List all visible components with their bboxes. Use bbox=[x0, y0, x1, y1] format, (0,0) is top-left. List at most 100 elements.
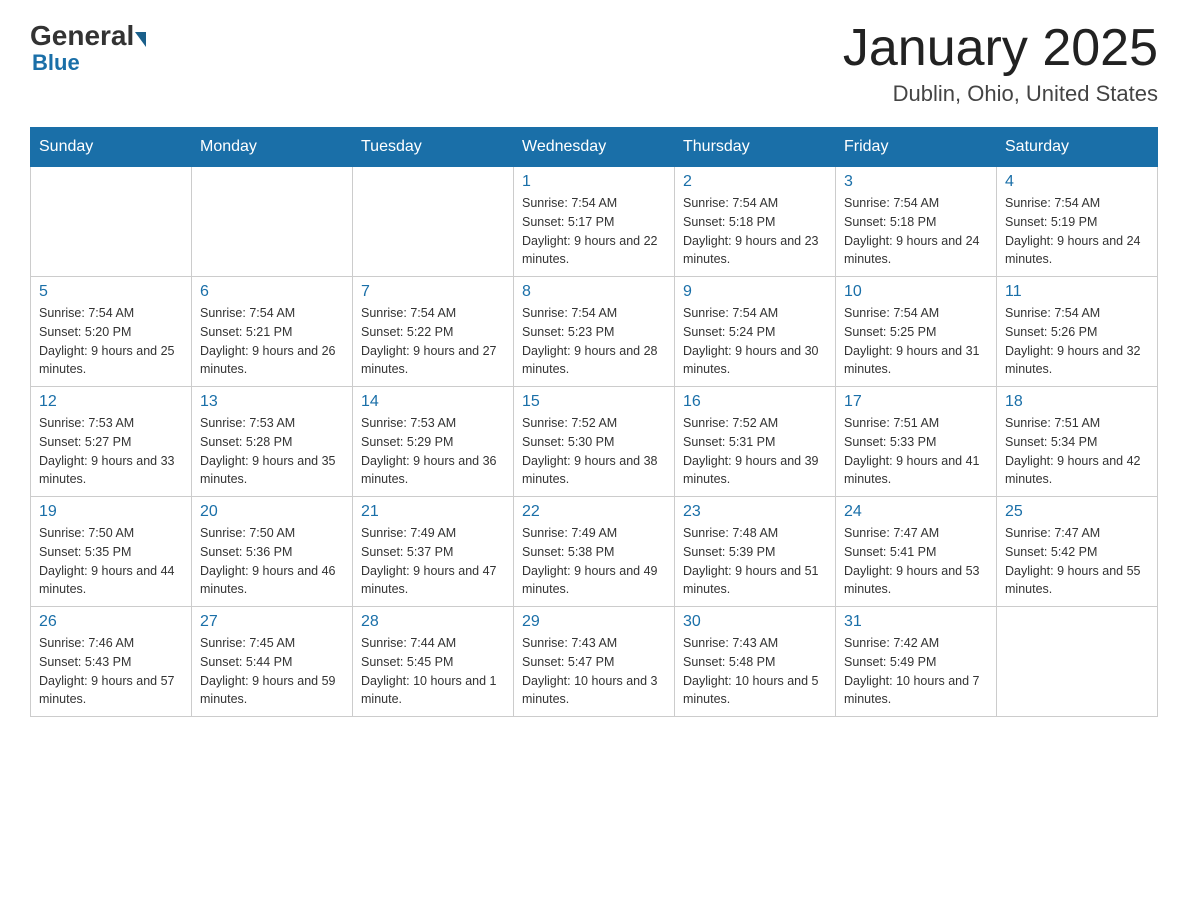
day-number: 19 bbox=[39, 503, 183, 521]
weekday-header-friday: Friday bbox=[836, 128, 997, 167]
calendar-cell: 19 Sunrise: 7:50 AM Sunset: 5:35 PM Dayli… bbox=[31, 497, 192, 607]
day-number: 30 bbox=[683, 613, 827, 631]
calendar-table: SundayMondayTuesdayWednesdayThursdayFrid… bbox=[30, 127, 1158, 717]
day-info: Sunrise: 7:54 AM Sunset: 5:18 PM Dayligh… bbox=[844, 194, 988, 269]
day-number: 23 bbox=[683, 503, 827, 521]
day-number: 28 bbox=[361, 613, 505, 631]
day-number: 7 bbox=[361, 283, 505, 301]
logo-triangle-icon bbox=[135, 32, 146, 47]
weekday-header-row: SundayMondayTuesdayWednesdayThursdayFrid… bbox=[31, 128, 1158, 167]
calendar-cell: 14Sunrise: 7:53 AM Sunset: 5:29 PM Dayli… bbox=[353, 387, 514, 497]
calendar-cell bbox=[997, 607, 1158, 717]
day-info: Sunrise: 7:54 AM Sunset: 5:23 PM Dayligh… bbox=[522, 304, 666, 379]
day-number: 11 bbox=[1005, 283, 1149, 301]
day-info: Sunrise: 7:54 AM Sunset: 5:20 PM Dayligh… bbox=[39, 304, 183, 379]
day-number: 3 bbox=[844, 173, 988, 191]
calendar-cell bbox=[31, 167, 192, 277]
day-info: Sunrise: 7:46 AM Sunset: 5:43 PM Dayligh… bbox=[39, 634, 183, 709]
day-info: Sunrise: 7:52 AM Sunset: 5:31 PM Dayligh… bbox=[683, 414, 827, 489]
logo-blue-text: Blue bbox=[32, 50, 80, 76]
weekday-header-thursday: Thursday bbox=[675, 128, 836, 167]
calendar-cell: 17 Sunrise: 7:51 AM Sunset: 5:33 PM Dayli… bbox=[836, 387, 997, 497]
calendar-cell: 16 Sunrise: 7:52 AM Sunset: 5:31 PM Dayli… bbox=[675, 387, 836, 497]
day-info: Sunrise: 7:49 AM Sunset: 5:38 PM Dayligh… bbox=[522, 524, 666, 599]
weekday-header-tuesday: Tuesday bbox=[353, 128, 514, 167]
day-number: 21 bbox=[361, 503, 505, 521]
month-title: January 2025 bbox=[843, 20, 1158, 77]
day-info: Sunrise: 7:42 AM Sunset: 5:49 PM Dayligh… bbox=[844, 634, 988, 709]
logo: General Blue bbox=[30, 20, 146, 76]
day-info: Sunrise: 7:51 AM Sunset: 5:34 PM Dayligh… bbox=[1005, 414, 1149, 489]
calendar-week-row: 5 Sunrise: 7:54 AM Sunset: 5:20 PM Daylig… bbox=[31, 277, 1158, 387]
day-info: Sunrise: 7:48 AM Sunset: 5:39 PM Dayligh… bbox=[683, 524, 827, 599]
calendar-cell: 8 Sunrise: 7:54 AM Sunset: 5:23 PM Daylig… bbox=[514, 277, 675, 387]
day-number: 4 bbox=[1005, 173, 1149, 191]
day-info: Sunrise: 7:51 AM Sunset: 5:33 PM Dayligh… bbox=[844, 414, 988, 489]
calendar-cell: 7Sunrise: 7:54 AM Sunset: 5:22 PM Daylig… bbox=[353, 277, 514, 387]
day-number: 8 bbox=[522, 283, 666, 301]
day-number: 10 bbox=[844, 283, 988, 301]
calendar-cell bbox=[192, 167, 353, 277]
calendar-cell: 25 Sunrise: 7:47 AM Sunset: 5:42 PM Dayli… bbox=[997, 497, 1158, 607]
calendar-week-row: 12Sunrise: 7:53 AM Sunset: 5:27 PM Dayli… bbox=[31, 387, 1158, 497]
day-number: 12 bbox=[39, 393, 183, 411]
calendar-cell: 10 Sunrise: 7:54 AM Sunset: 5:25 PM Dayli… bbox=[836, 277, 997, 387]
weekday-header-sunday: Sunday bbox=[31, 128, 192, 167]
day-info: Sunrise: 7:53 AM Sunset: 5:29 PM Dayligh… bbox=[361, 414, 505, 489]
calendar-week-row: 26Sunrise: 7:46 AM Sunset: 5:43 PM Dayli… bbox=[31, 607, 1158, 717]
calendar-cell: 31Sunrise: 7:42 AM Sunset: 5:49 PM Dayli… bbox=[836, 607, 997, 717]
calendar-cell: 24Sunrise: 7:47 AM Sunset: 5:41 PM Dayli… bbox=[836, 497, 997, 607]
calendar-cell: 15 Sunrise: 7:52 AM Sunset: 5:30 PM Dayli… bbox=[514, 387, 675, 497]
title-section: January 2025 Dublin, Ohio, United States bbox=[843, 20, 1158, 107]
day-number: 16 bbox=[683, 393, 827, 411]
day-number: 22 bbox=[522, 503, 666, 521]
calendar-cell: 21Sunrise: 7:49 AM Sunset: 5:37 PM Dayli… bbox=[353, 497, 514, 607]
day-info: Sunrise: 7:54 AM Sunset: 5:21 PM Dayligh… bbox=[200, 304, 344, 379]
day-info: Sunrise: 7:53 AM Sunset: 5:28 PM Dayligh… bbox=[200, 414, 344, 489]
day-number: 15 bbox=[522, 393, 666, 411]
weekday-header-monday: Monday bbox=[192, 128, 353, 167]
calendar-cell: 5 Sunrise: 7:54 AM Sunset: 5:20 PM Daylig… bbox=[31, 277, 192, 387]
day-number: 24 bbox=[844, 503, 988, 521]
calendar-cell: 26Sunrise: 7:46 AM Sunset: 5:43 PM Dayli… bbox=[31, 607, 192, 717]
day-info: Sunrise: 7:54 AM Sunset: 5:19 PM Dayligh… bbox=[1005, 194, 1149, 269]
day-number: 29 bbox=[522, 613, 666, 631]
logo-general-text: General bbox=[30, 20, 134, 52]
day-info: Sunrise: 7:54 AM Sunset: 5:26 PM Dayligh… bbox=[1005, 304, 1149, 379]
day-info: Sunrise: 7:54 AM Sunset: 5:18 PM Dayligh… bbox=[683, 194, 827, 269]
calendar-cell: 2 Sunrise: 7:54 AM Sunset: 5:18 PM Daylig… bbox=[675, 167, 836, 277]
day-number: 25 bbox=[1005, 503, 1149, 521]
calendar-cell bbox=[353, 167, 514, 277]
day-info: Sunrise: 7:50 AM Sunset: 5:35 PM Dayligh… bbox=[39, 524, 183, 599]
weekday-header-saturday: Saturday bbox=[997, 128, 1158, 167]
day-number: 27 bbox=[200, 613, 344, 631]
day-number: 1 bbox=[522, 173, 666, 191]
day-info: Sunrise: 7:44 AM Sunset: 5:45 PM Dayligh… bbox=[361, 634, 505, 709]
day-info: Sunrise: 7:54 AM Sunset: 5:25 PM Dayligh… bbox=[844, 304, 988, 379]
day-info: Sunrise: 7:47 AM Sunset: 5:42 PM Dayligh… bbox=[1005, 524, 1149, 599]
calendar-week-row: 19 Sunrise: 7:50 AM Sunset: 5:35 PM Dayli… bbox=[31, 497, 1158, 607]
calendar-cell: 20 Sunrise: 7:50 AM Sunset: 5:36 PM Dayli… bbox=[192, 497, 353, 607]
calendar-cell: 9Sunrise: 7:54 AM Sunset: 5:24 PM Daylig… bbox=[675, 277, 836, 387]
location-text: Dublin, Ohio, United States bbox=[843, 81, 1158, 107]
day-number: 13 bbox=[200, 393, 344, 411]
calendar-cell: 4 Sunrise: 7:54 AM Sunset: 5:19 PM Daylig… bbox=[997, 167, 1158, 277]
day-number: 18 bbox=[1005, 393, 1149, 411]
calendar-cell: 13 Sunrise: 7:53 AM Sunset: 5:28 PM Dayli… bbox=[192, 387, 353, 497]
day-info: Sunrise: 7:43 AM Sunset: 5:48 PM Dayligh… bbox=[683, 634, 827, 709]
calendar-cell: 28 Sunrise: 7:44 AM Sunset: 5:45 PM Dayli… bbox=[353, 607, 514, 717]
day-number: 20 bbox=[200, 503, 344, 521]
day-info: Sunrise: 7:52 AM Sunset: 5:30 PM Dayligh… bbox=[522, 414, 666, 489]
calendar-week-row: 1Sunrise: 7:54 AM Sunset: 5:17 PM Daylig… bbox=[31, 167, 1158, 277]
calendar-cell: 29Sunrise: 7:43 AM Sunset: 5:47 PM Dayli… bbox=[514, 607, 675, 717]
calendar-cell: 12Sunrise: 7:53 AM Sunset: 5:27 PM Dayli… bbox=[31, 387, 192, 497]
day-info: Sunrise: 7:50 AM Sunset: 5:36 PM Dayligh… bbox=[200, 524, 344, 599]
day-number: 2 bbox=[683, 173, 827, 191]
page-header: General Blue January 2025 Dublin, Ohio, … bbox=[30, 20, 1158, 107]
day-number: 5 bbox=[39, 283, 183, 301]
calendar-cell: 1Sunrise: 7:54 AM Sunset: 5:17 PM Daylig… bbox=[514, 167, 675, 277]
day-number: 17 bbox=[844, 393, 988, 411]
calendar-cell: 18 Sunrise: 7:51 AM Sunset: 5:34 PM Dayli… bbox=[997, 387, 1158, 497]
day-info: Sunrise: 7:45 AM Sunset: 5:44 PM Dayligh… bbox=[200, 634, 344, 709]
day-info: Sunrise: 7:54 AM Sunset: 5:24 PM Dayligh… bbox=[683, 304, 827, 379]
